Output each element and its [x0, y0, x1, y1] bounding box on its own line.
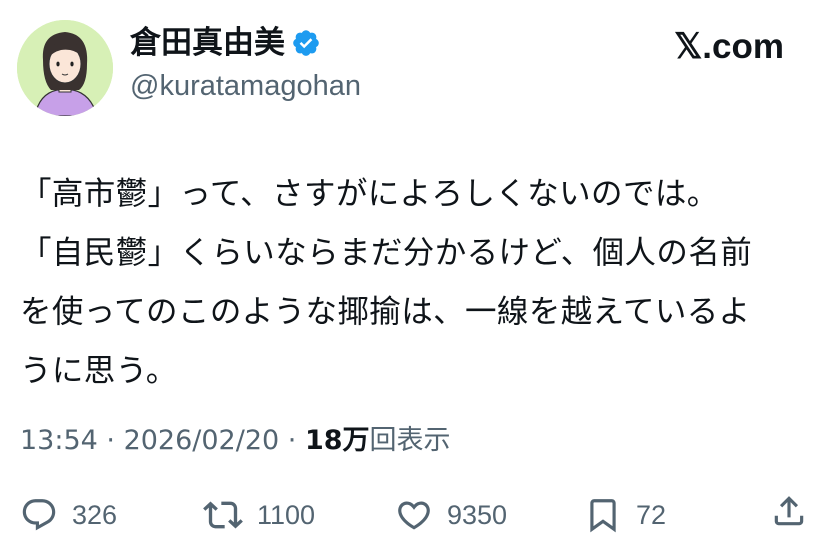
repost-count: 1100 — [257, 500, 316, 530]
share-button[interactable] — [770, 492, 808, 530]
bookmark-button[interactable]: 72 — [584, 492, 666, 538]
view-count-label: 回表示 — [369, 425, 451, 456]
tweet-meta: 13:54 · 2026/02/20 · 18万回表示 — [20, 424, 451, 458]
tweet-line: 「自民鬱」くらいならまだ分かるけど、個人の名前 — [20, 235, 753, 271]
action-bar: 326 1100 9350 72 — [0, 492, 828, 538]
verified-badge-icon[interactable] — [291, 28, 321, 58]
view-count: 18万 — [304, 425, 370, 456]
meta-separator: · — [279, 425, 305, 456]
like-count: 9350 — [447, 500, 508, 530]
author-name-row: 倉田真由美 — [130, 24, 321, 62]
author-handle[interactable]: @kuratamagohan — [130, 68, 361, 104]
tweet-text: 「高市鬱」って、さすがによろしくないのでは。 「自民鬱」くらいならまだ分かるけど、… — [20, 165, 815, 401]
reply-icon — [22, 499, 56, 531]
reply-button[interactable]: 326 — [20, 492, 117, 538]
repost-button[interactable]: 1100 — [203, 492, 315, 538]
site-label: 𝕏.com — [674, 27, 784, 66]
meta-separator: · — [97, 425, 124, 456]
bookmark-icon — [590, 499, 616, 533]
like-button[interactable]: 9350 — [395, 492, 507, 538]
author-display-name[interactable]: 倉田真由美 — [130, 24, 285, 62]
bookmark-count: 72 — [636, 500, 667, 530]
tweet-line: を使ってのこのような揶揄は、一線を越えているよ — [20, 294, 751, 330]
reply-count: 326 — [72, 500, 118, 530]
share-icon — [774, 496, 804, 526]
avatar[interactable] — [17, 20, 113, 116]
repost-icon — [203, 501, 243, 529]
tweet-time[interactable]: 13:54 — [20, 425, 98, 456]
heart-icon — [398, 501, 430, 530]
tweet-line: 「高市鬱」って、さすがによろしくないのでは。 — [20, 176, 719, 212]
tweet-date[interactable]: 2026/02/20 — [124, 425, 280, 456]
tweet-line: うに思う。 — [20, 353, 178, 389]
